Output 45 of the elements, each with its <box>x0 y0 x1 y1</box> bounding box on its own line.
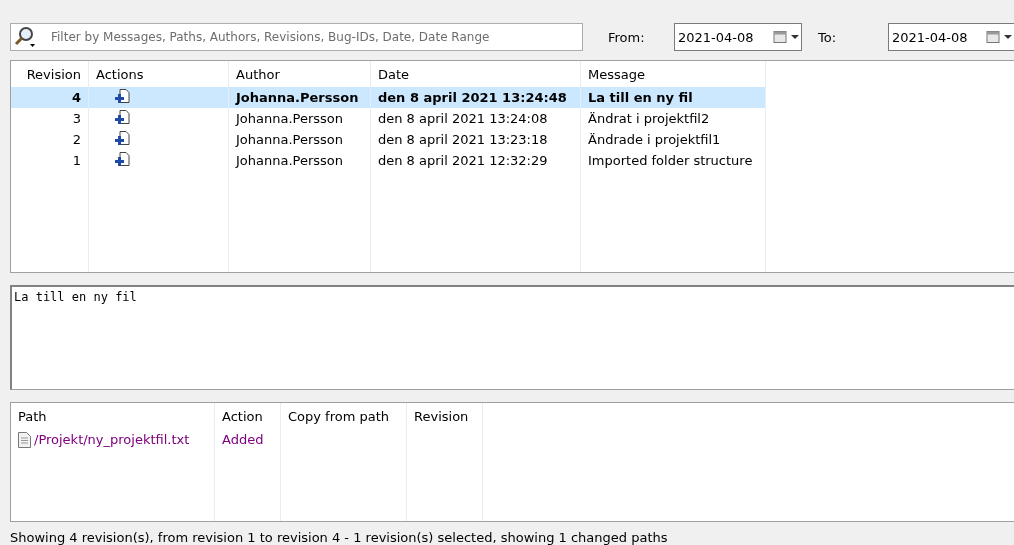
revision-row[interactable]: 4 Johanna.Persson den 8 april 2021 13:24:48 La till en ny fil <box>11 87 766 108</box>
column-header[interactable]: Revision <box>26 66 81 82</box>
author-cell: Johanna.Persson <box>236 90 359 105</box>
action-cell: Added <box>222 432 264 447</box>
date-cell: den 8 april 2021 13:24:08 <box>378 111 548 126</box>
date-cell: den 8 april 2021 12:32:29 <box>378 153 548 168</box>
column-header[interactable]: Action <box>222 408 263 424</box>
path-cell: /Projekt/ny_projektfil.txt <box>34 432 190 447</box>
revision-row[interactable]: 3 Johanna.Persson den 8 april 2021 13:24:08 Ändrat i projektfil2 <box>11 108 766 129</box>
from-label: From: <box>608 29 646 45</box>
column-header[interactable]: Path <box>18 408 47 424</box>
add-file-icon <box>114 88 130 104</box>
column-header[interactable]: Author <box>236 66 280 82</box>
revision-number: 1 <box>72 153 81 168</box>
column-header[interactable]: Actions <box>96 66 144 82</box>
add-file-icon <box>114 130 130 146</box>
message-cell: La till en ny fil <box>588 90 693 105</box>
date-cell: den 8 april 2021 13:24:48 <box>378 90 567 105</box>
message-cell: Ändrade i projektfil1 <box>588 132 721 147</box>
to-label: To: <box>818 29 838 45</box>
calendar-dropdown-icon[interactable] <box>986 31 1014 43</box>
revision-number: 2 <box>72 132 81 147</box>
author-cell: Johanna.Persson <box>236 132 344 147</box>
add-file-icon <box>114 151 130 167</box>
message-cell: Ändrat i projektfil2 <box>588 111 710 126</box>
column-header[interactable]: Date <box>378 66 410 82</box>
add-file-icon <box>114 109 130 125</box>
message-cell: Imported folder structure <box>588 153 753 168</box>
column-header[interactable]: Message <box>588 66 645 82</box>
calendar-dropdown-icon[interactable] <box>773 31 801 43</box>
author-cell: Johanna.Persson <box>236 111 344 126</box>
revision-row[interactable]: 1 Johanna.Persson den 8 april 2021 12:32:29 Imported folder structure <box>11 150 766 171</box>
date-cell: den 8 april 2021 13:23:18 <box>378 132 548 147</box>
column-header[interactable]: Revision <box>414 408 469 424</box>
to-date-field[interactable]: 2021-04-08 <box>888 23 1014 51</box>
from-date-field[interactable]: 2021-04-08 <box>674 23 802 51</box>
column-header[interactable]: Copy from path <box>288 408 390 424</box>
revision-row[interactable]: 2 Johanna.Persson den 8 april 2021 13:23:18 Ändrade i projektfil1 <box>11 129 766 150</box>
revision-number: 4 <box>71 90 81 105</box>
author-cell: Johanna.Persson <box>236 153 344 168</box>
status-text: Showing 4 revision(s), from revision 1 to revision 4 - 1 revision(s) selected, showing 1 changed paths <box>10 530 668 545</box>
revision-number: 3 <box>72 111 81 126</box>
file-icon <box>18 431 31 448</box>
log-message-box[interactable]: La till en ny fil <box>10 285 1014 390</box>
filter-field[interactable]: Filter by Messages, Paths, Authors, Revisions, Bug-IDs, Date, Date Range <box>10 23 583 51</box>
